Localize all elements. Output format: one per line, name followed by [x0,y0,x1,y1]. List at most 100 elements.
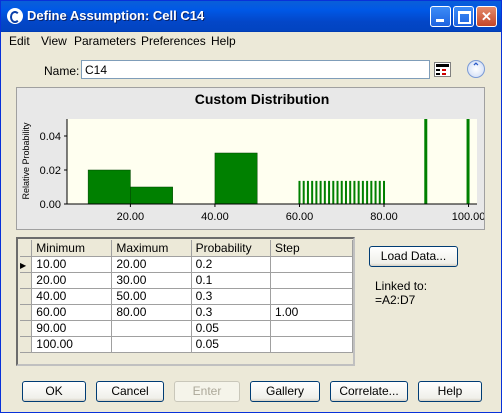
table-row: 60.00 80.00 0.3 1.00 [20,304,354,321]
correlate-button[interactable]: Correlate... [330,381,408,402]
range-bar [214,152,258,205]
menu-preferences[interactable]: Preferences [141,34,206,48]
cell-grid-icon [436,64,449,75]
title-bar[interactable]: Define Assumption: Cell C14 ✕ [1,1,501,32]
discrete-bar [424,119,428,204]
column-header: Minimum [31,240,113,257]
column-header: Step [270,240,354,257]
table-cell[interactable]: 40.00 [31,288,113,305]
chart-panel: Custom Distribution Relative Probability… [16,87,485,230]
row-selector[interactable] [20,320,33,337]
maximize-icon [458,11,471,24]
close-button[interactable]: ✕ [476,6,497,27]
table-header-row: Minimum Maximum Probability Step [20,240,354,257]
table-cell[interactable]: 20.00 [111,256,192,273]
step-bar [298,180,301,204]
table-cell[interactable]: 0.2 [191,256,271,273]
discrete-bar [466,119,470,204]
distribution-chart: Custom Distribution Relative Probability… [21,91,484,223]
range-bar [87,169,131,205]
cell-reference-icon[interactable] [434,62,451,77]
gallery-button[interactable]: Gallery [250,381,320,402]
row-selector[interactable] [20,272,33,289]
load-data-button[interactable]: Load Data... [369,246,458,267]
table-cell[interactable] [270,272,354,289]
cancel-button[interactable]: Cancel [96,381,164,402]
table-cell[interactable] [270,256,354,273]
name-label: Name: [44,64,80,78]
step-bar [315,180,318,204]
table-cell[interactable]: 0.1 [191,272,271,289]
table-cell[interactable]: 1.00 [270,304,354,321]
menu-edit[interactable]: Edit [9,34,30,48]
table-cell[interactable]: 0.3 [191,288,271,305]
table-cell[interactable]: 30.00 [111,272,192,289]
minimize-icon [436,19,444,22]
range-bar [130,186,173,205]
step-bar [370,180,373,204]
maximize-button[interactable] [453,6,474,27]
row-selector[interactable] [20,304,33,321]
row-selector[interactable]: ▶ [20,256,33,273]
row-header-corner [20,240,33,257]
menu-parameters[interactable]: Parameters [74,34,136,48]
table-cell[interactable]: 50.00 [111,288,192,305]
step-bar [319,180,322,204]
y-tick-label: 0.02 [40,165,61,177]
table-cell[interactable]: 80.00 [111,304,192,321]
table-cell[interactable] [111,320,192,337]
define-assumption-window: Define Assumption: Cell C14 ✕ Edit View … [0,0,502,413]
table-cell[interactable] [270,288,354,305]
table-cell[interactable] [111,336,192,353]
step-bar [302,180,305,204]
x-tick-label: 60.00 [286,211,314,223]
table-cell[interactable]: 90.00 [31,320,113,337]
step-bar [366,180,369,204]
ok-button[interactable]: OK [22,381,86,402]
window-title: Define Assumption: Cell C14 [27,8,205,23]
table-cell[interactable]: 60.00 [31,304,113,321]
y-tick-label: 0.04 [40,131,61,143]
column-header: Probability [191,240,271,257]
table-cell[interactable]: 10.00 [31,256,113,273]
name-input[interactable]: C14 [81,60,430,79]
menu-view[interactable]: View [41,34,67,48]
step-bar [344,180,347,204]
step-bar [383,180,386,204]
table-cell[interactable]: 20.00 [31,272,113,289]
row-selector[interactable] [20,336,33,353]
step-bar [374,180,377,204]
chart-title: Custom Distribution [195,91,330,107]
minimize-button[interactable] [430,6,451,27]
x-tick-label: 80.00 [370,211,398,223]
distribution-table: Minimum Maximum Probability Step ▶ 10.00… [20,240,354,353]
help-button[interactable]: Help [418,381,482,402]
x-tick-label: 40.00 [201,211,229,223]
linked-range-value: =A2:D7 [375,293,416,307]
close-icon: ✕ [481,9,492,24]
column-header: Maximum [111,240,192,257]
enter-button[interactable]: Enter [174,381,240,402]
table-cell[interactable] [270,320,354,337]
step-bar [323,180,326,204]
step-bar [332,180,335,204]
table-cell[interactable]: 0.05 [191,336,271,353]
table-cell[interactable]: 0.3 [191,304,271,321]
step-bar [328,180,331,204]
collapse-chevron-icon[interactable]: ⌃ [467,60,485,78]
current-row-arrow-icon: ▶ [20,261,27,270]
row-selector[interactable] [20,288,33,305]
table-row: 100.00 0.05 [20,336,354,353]
app-icon [7,8,23,24]
step-bar [378,180,381,204]
menu-bar: Edit View Parameters Preferences Help [1,32,501,50]
y-tick-label: 0.00 [40,199,61,211]
table-cell[interactable]: 100.00 [31,336,113,353]
table-row: 20.00 30.00 0.1 [20,272,354,289]
table-cell[interactable] [270,336,354,353]
menu-help[interactable]: Help [211,34,236,48]
table-cell[interactable]: 0.05 [191,320,271,337]
x-tick-label: 20.00 [117,211,145,223]
step-bar [353,180,356,204]
table-row: 40.00 50.00 0.3 [20,288,354,305]
